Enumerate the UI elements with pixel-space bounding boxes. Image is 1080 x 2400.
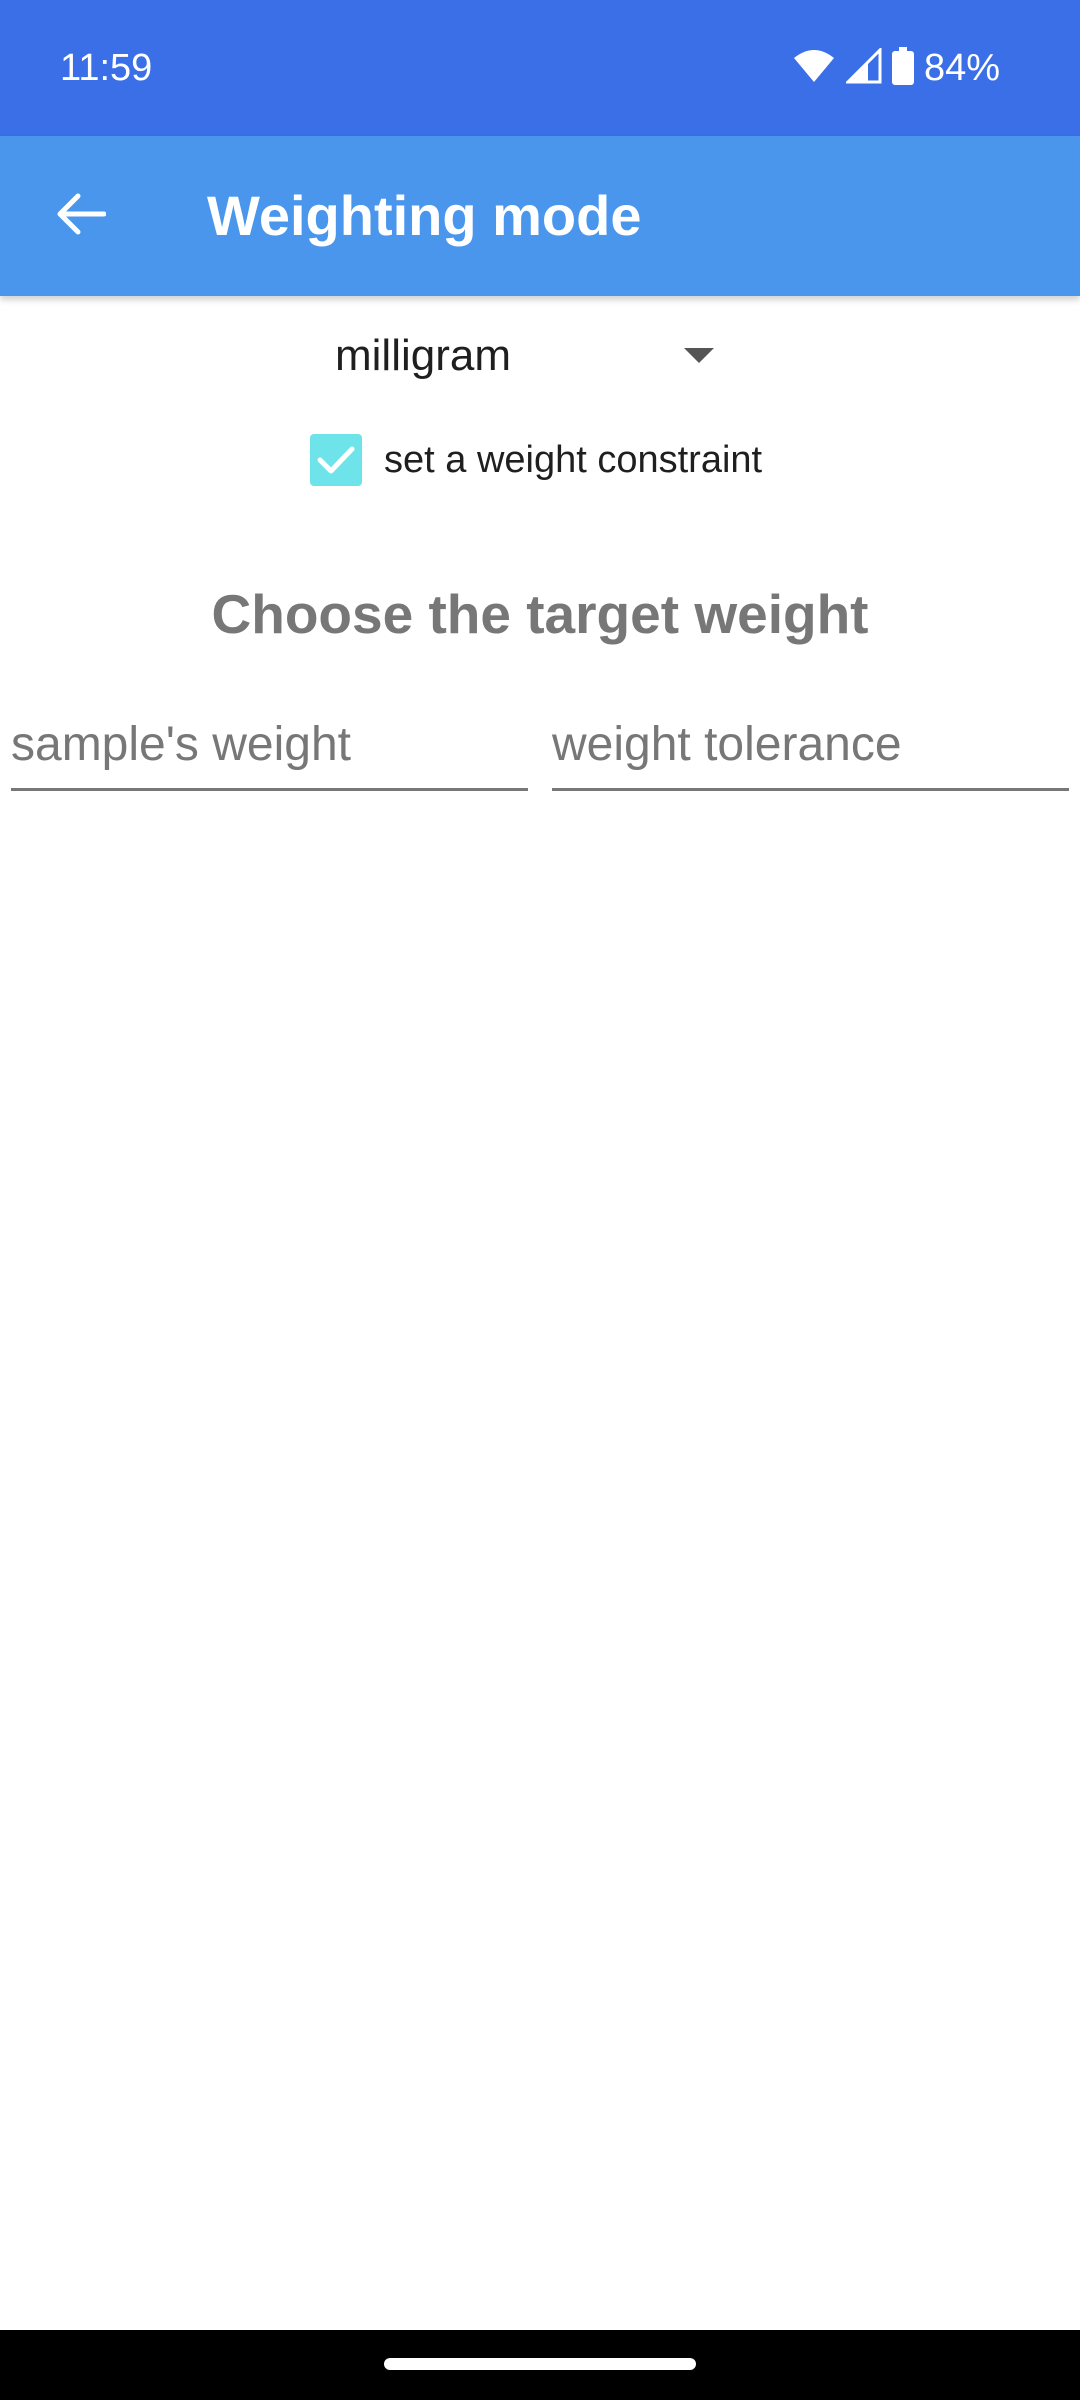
sample-weight-input[interactable] bbox=[11, 700, 528, 791]
weight-constraint-checkbox[interactable] bbox=[310, 434, 362, 486]
status-time: 11:59 bbox=[60, 47, 153, 89]
battery-percent: 84% bbox=[923, 47, 1000, 89]
weight-constraint-label: set a weight constraint bbox=[384, 439, 763, 481]
home-indicator[interactable] bbox=[384, 2358, 696, 2370]
status-icons: 84% bbox=[792, 42, 1000, 94]
unit-spinner[interactable]: milligram bbox=[300, 310, 740, 402]
section-title: Choose the target weight bbox=[211, 583, 869, 645]
navigation-bar bbox=[0, 2330, 1080, 2400]
unit-spinner-value: milligram bbox=[335, 331, 511, 380]
status-bar: 11:59 84% bbox=[0, 0, 1080, 136]
weight-constraint-checkbox-row[interactable]: set a weight constraint bbox=[310, 430, 762, 490]
weight-tolerance-input[interactable] bbox=[552, 700, 1069, 791]
arrow-back-icon bbox=[54, 192, 107, 240]
cell-signal-icon bbox=[844, 46, 882, 88]
page-title: Weighting mode bbox=[207, 184, 642, 247]
app-bar: Weighting mode bbox=[0, 136, 1080, 296]
back-button[interactable] bbox=[40, 176, 120, 256]
battery-icon bbox=[891, 47, 914, 89]
check-icon bbox=[317, 446, 355, 474]
dropdown-arrow-icon bbox=[684, 348, 714, 363]
wifi-icon bbox=[792, 48, 836, 88]
